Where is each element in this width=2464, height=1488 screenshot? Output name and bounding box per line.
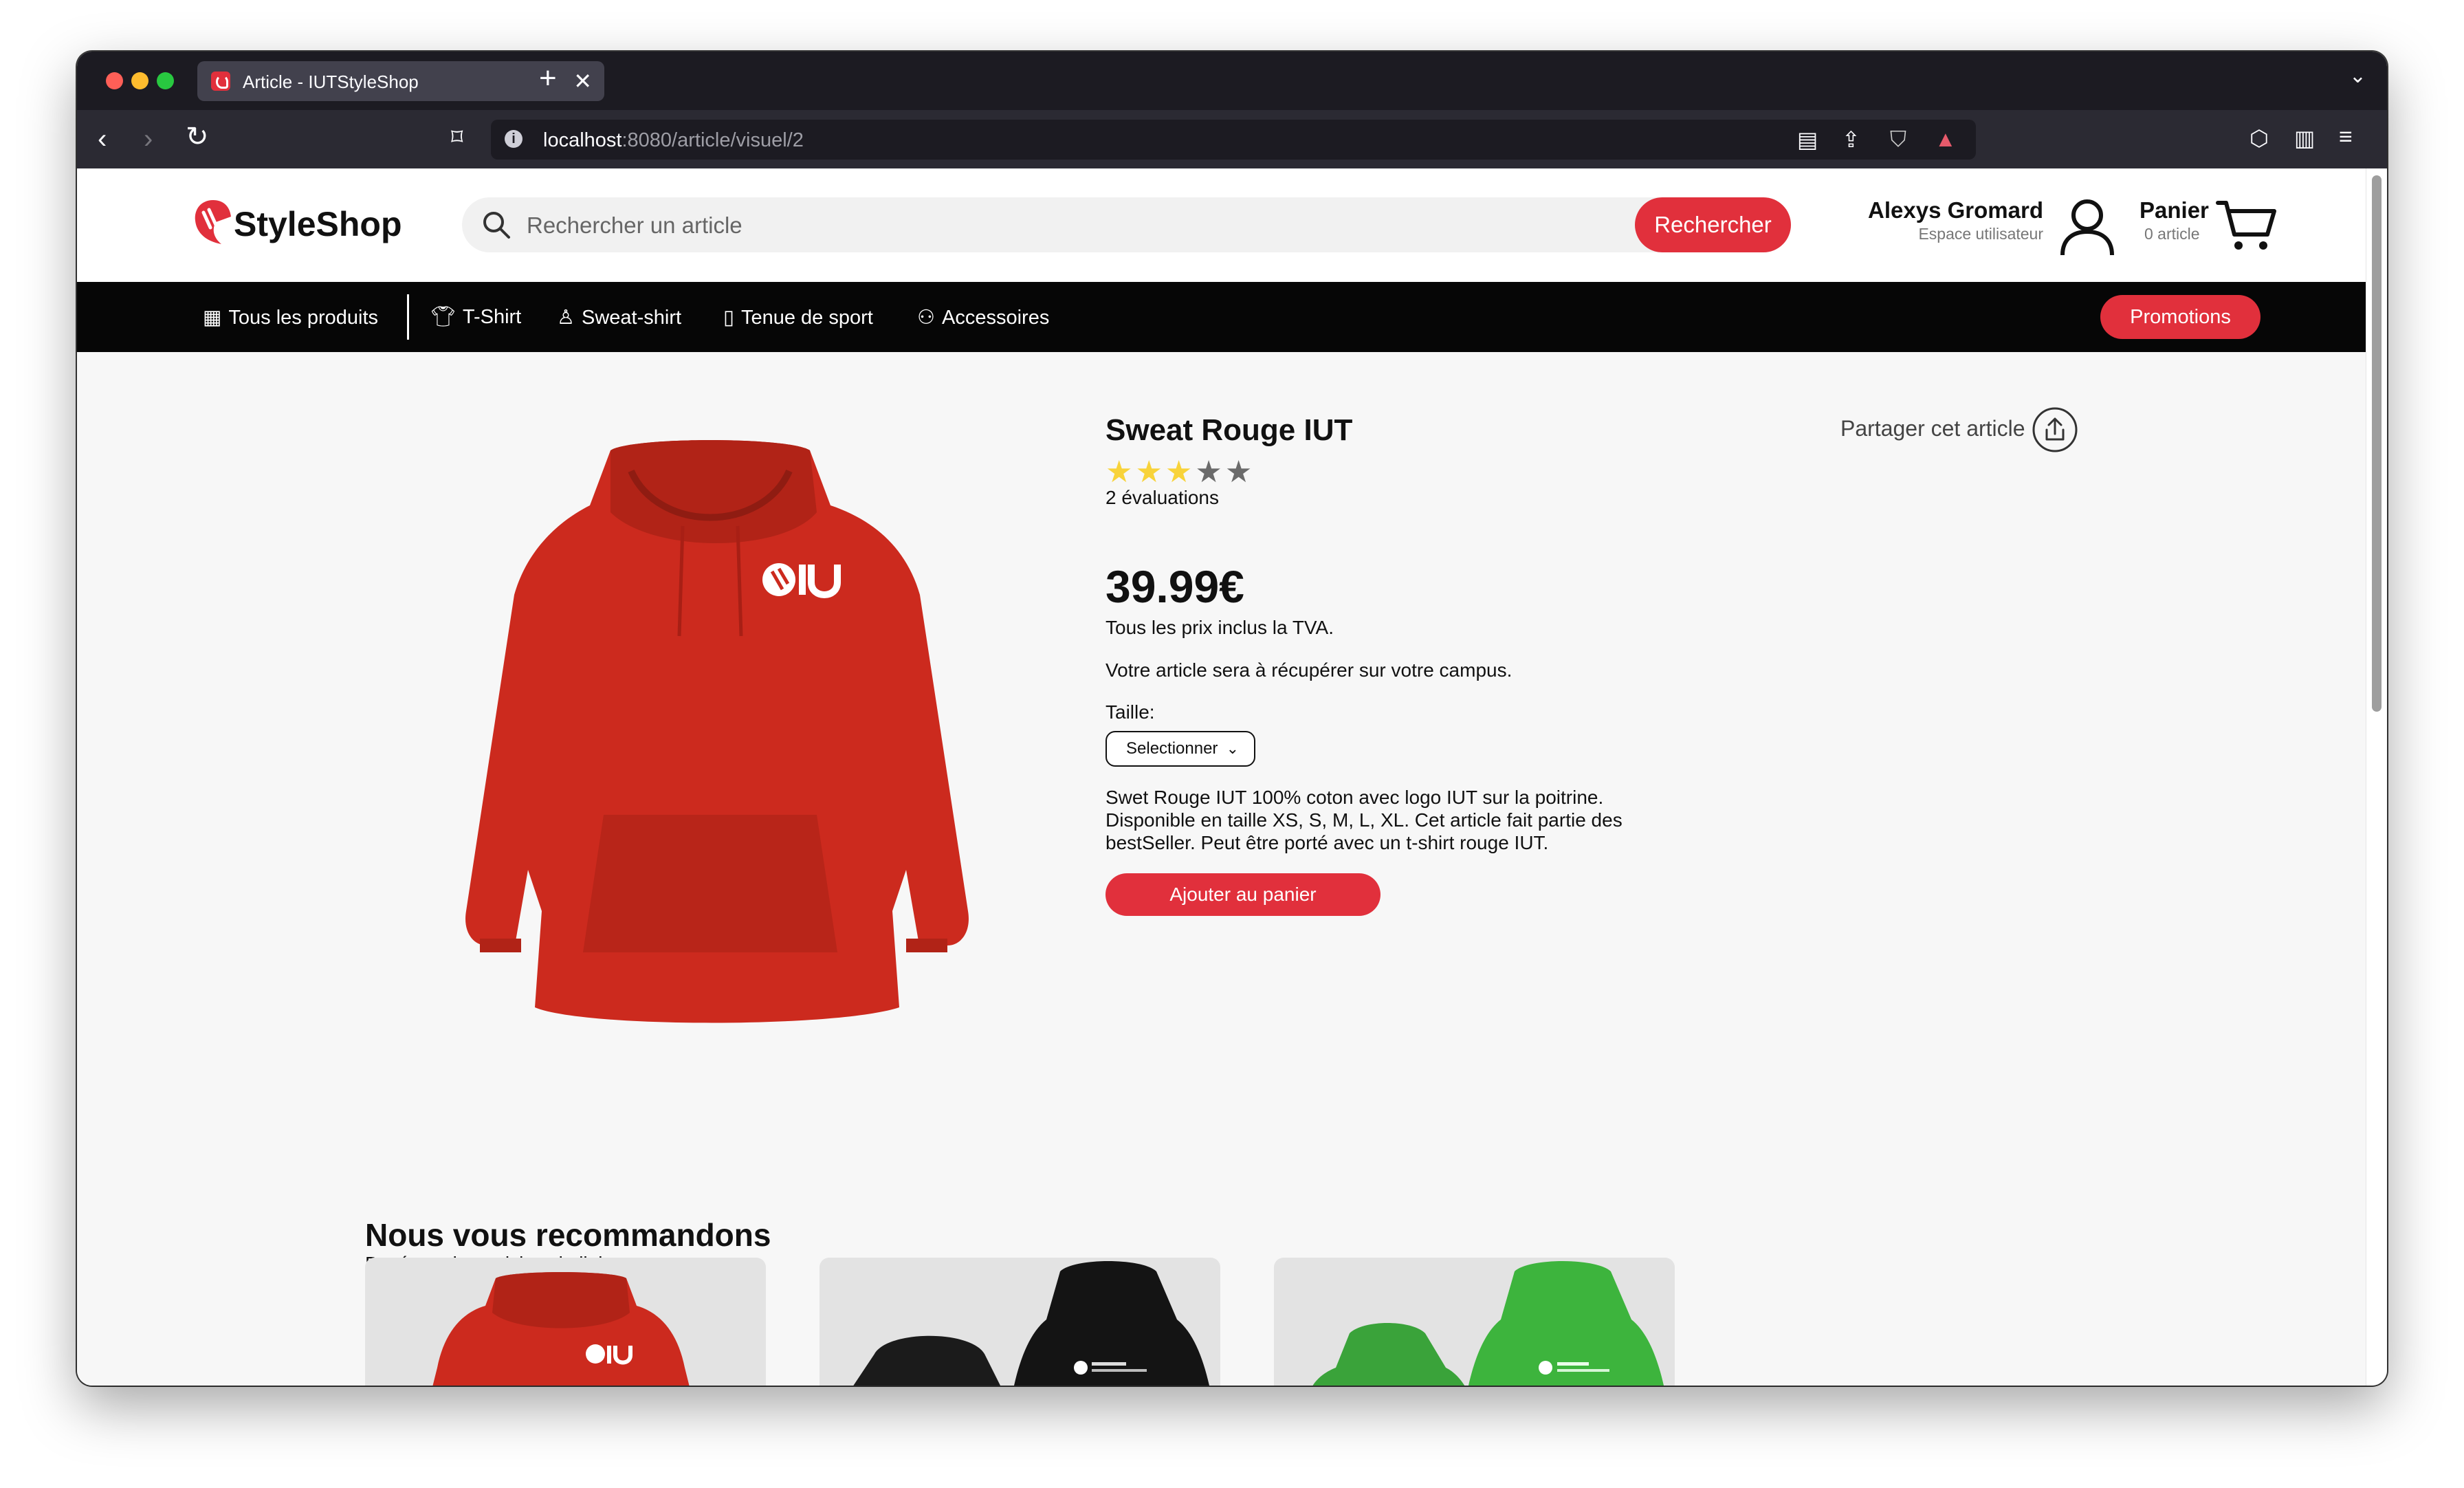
minimize-window-button[interactable] [131, 72, 148, 89]
tva-note: Tous les prix inclus la TVA. [1106, 617, 1334, 638]
cart-count: 0 article [2144, 225, 2200, 243]
close-window-button[interactable] [106, 72, 123, 89]
cart-icon[interactable] [2215, 197, 2277, 252]
page-scrollbar[interactable] [2366, 168, 2387, 1386]
size-select[interactable]: Selectionner ⌄ [1106, 731, 1255, 767]
category-tshirt[interactable]: 👕︎ T-Shirt [430, 305, 521, 329]
scrollbar-thumb[interactable] [2372, 175, 2382, 712]
new-tab-button[interactable]: + [539, 61, 557, 96]
size-label: Taille: [1106, 701, 1155, 723]
product-description: Swet Rouge IUT 100% coton avec logo IUT … [1106, 787, 1622, 853]
share-label[interactable]: Partager cet article [1840, 416, 2025, 441]
star-empty-icon: ★ [1195, 455, 1225, 489]
category-sweatshirt[interactable]: ♙ Sweat-shirt [557, 305, 681, 329]
tab-bar: Article - IUTStyleShop ✕ + ⌄ [77, 52, 2387, 110]
user-space-label[interactable]: Espace utilisateur [1918, 225, 2043, 243]
sidebar-icon[interactable]: ▥ [2294, 125, 2315, 151]
pickup-note: Votre article sera à récupérer sur votre… [1106, 659, 1512, 681]
tab-title: Article - IUTStyleShop [243, 72, 419, 92]
browser-toolbar: ‹ › ↻ ⌑ i localhost:8080/article/visuel/… [77, 110, 2387, 168]
reload-icon[interactable]: ↻ [186, 121, 209, 153]
rating-stars: ★★★★★ [1106, 455, 1255, 490]
logo-text[interactable]: StyleShop [234, 204, 402, 244]
category-divider [407, 294, 409, 340]
brave-shield-icon[interactable]: ⛉ [1890, 127, 1906, 153]
menu-icon[interactable]: ≡ [2339, 124, 2353, 151]
cart-label[interactable]: Panier [2140, 197, 2209, 223]
tab-close-icon[interactable]: ✕ [573, 68, 592, 94]
recommendation-image-black-hoodies [853, 1261, 1209, 1386]
star-empty-icon: ★ [1224, 455, 1255, 489]
product-title: Sweat Rouge IUT [1106, 413, 1353, 447]
address-bar[interactable]: i localhost:8080/article/visuel/2 ▤ ⇪ ⛉ … [491, 120, 1976, 160]
search-button[interactable]: Rechercher [1635, 197, 1791, 252]
recommendation-image-red-hoodie [432, 1272, 690, 1386]
back-arrow-icon[interactable]: ‹ [98, 124, 107, 155]
user-name[interactable]: Alexys Gromard [1868, 197, 2043, 223]
add-to-cart-button[interactable]: Ajouter au panier [1106, 873, 1380, 916]
star-filled-icon: ★ [1106, 455, 1136, 489]
chevron-down-icon: ⌄ [1226, 740, 1239, 757]
reader-view-icon[interactable]: ▤ [1797, 127, 1818, 153]
favicon-icon [211, 72, 230, 91]
recommendation-card[interactable] [1274, 1258, 1675, 1386]
category-all-products[interactable]: ▦ Tous les produits [203, 305, 378, 329]
search-icon [483, 212, 510, 239]
category-nav: ▦ Tous les produits 👕︎ T-Shirt ♙ Sweat-shir… [77, 282, 2366, 352]
tshirt-icon: 👕︎ [430, 306, 456, 328]
share-page-icon[interactable]: ⇪ [1842, 127, 1860, 153]
grid-icon: ▦ [203, 307, 222, 329]
tab-list-chevron-icon[interactable]: ⌄ [2349, 64, 2366, 88]
star-filled-icon: ★ [1165, 455, 1196, 489]
promotions-button[interactable]: Promotions [2100, 295, 2260, 339]
search-bar: Rechercher [462, 197, 1791, 252]
recommendation-image-green-hoodies [1312, 1261, 1664, 1386]
recommendations-title: Nous vous recommandons [365, 1217, 771, 1253]
reviews-count[interactable]: 2 évaluations [1106, 487, 1219, 509]
browser-window: Article - IUTStyleShop ✕ + ⌄ ‹ › ↻ ⌑ i l… [77, 52, 2387, 1386]
sweatshirt-icon: ♙ [557, 307, 575, 329]
category-sport[interactable]: ▯ Tenue de sport [723, 305, 873, 329]
site-header: StyleShop Rechercher Alexys Gromard Espa… [77, 168, 2366, 282]
extensions-icon[interactable]: ⬡ [2250, 125, 2269, 151]
site-info-icon[interactable]: i [505, 130, 522, 148]
web-page: StyleShop Rechercher Alexys Gromard Espa… [77, 168, 2366, 1386]
recommendation-card[interactable] [365, 1258, 766, 1386]
glasses-icon: ⚇ [917, 307, 935, 329]
star-filled-icon: ★ [1135, 455, 1165, 489]
recommendation-card[interactable] [820, 1258, 1220, 1386]
url-text[interactable]: localhost:8080/article/visuel/2 [543, 129, 804, 152]
forward-arrow-icon[interactable]: › [144, 124, 153, 155]
search-input[interactable] [525, 207, 1559, 244]
sport-icon: ▯ [723, 307, 734, 329]
maximize-window-button[interactable] [157, 72, 174, 89]
category-accessories[interactable]: ⚇ Accessoires [917, 305, 1049, 329]
product-price: 39.99€ [1106, 561, 1244, 612]
styleshop-logo-icon[interactable] [192, 197, 234, 247]
share-icon[interactable] [2032, 406, 2078, 453]
product-image-red-hoodie [465, 440, 969, 1023]
user-icon[interactable] [2057, 196, 2118, 256]
bookmark-icon[interactable]: ⌑ [451, 124, 463, 151]
size-select-value: Selectionner [1126, 739, 1218, 758]
rewards-triangle-icon[interactable]: ▲ [1935, 127, 1957, 152]
